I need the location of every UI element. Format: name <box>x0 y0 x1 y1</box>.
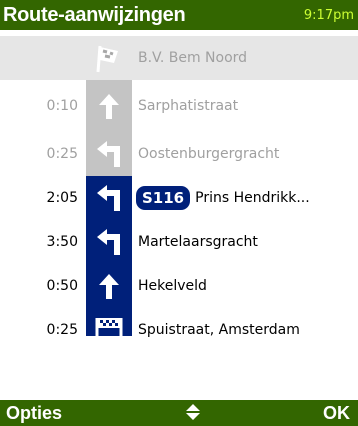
step-street: Spuistraat, Amsterdam <box>138 322 300 338</box>
step-time: 2:05 <box>46 190 78 206</box>
arrow-straight-icon <box>86 264 132 308</box>
step-time: 0:10 <box>46 98 78 114</box>
turn-left-icon <box>86 132 132 176</box>
up-down-arrows-icon[interactable] <box>185 403 200 423</box>
step-street: Martelaarsgracht <box>138 234 258 250</box>
step-time: 0:25 <box>46 146 78 162</box>
start-flag-icon <box>86 36 132 80</box>
direction-row[interactable]: 2:05 S116 Prins Hendrikk... <box>0 176 358 220</box>
clock: 9:17pm <box>303 7 354 23</box>
step-time: 0:50 <box>46 278 78 294</box>
direction-row-finish[interactable]: 0:25 Spuistraat, Amsterdam <box>0 308 358 352</box>
arrow-straight-icon <box>86 84 132 128</box>
step-street-name: Prins Hendrikk... <box>195 190 310 206</box>
road-badge: S116 <box>136 186 191 210</box>
ok-softkey[interactable]: OK <box>323 403 350 424</box>
step-street: S116 Prins Hendrikk... <box>136 186 310 210</box>
step-street: Sarphatistraat <box>138 98 239 114</box>
directions-list: B.V. Bem Noord 0:10 Sarphatistraat 0:25 … <box>0 36 358 344</box>
direction-row[interactable]: 0:25 Oostenburgergracht <box>0 132 358 176</box>
options-softkey[interactable]: Opties <box>6 403 62 424</box>
finish-flag-icon <box>86 308 132 352</box>
turn-left-icon <box>86 220 132 264</box>
turn-left-icon <box>86 176 132 220</box>
step-time: 0:25 <box>46 322 78 338</box>
screen-title: Route-aanwijzingen <box>3 3 186 26</box>
softkey-bar: Opties OK <box>0 400 358 426</box>
step-street: B.V. Bem Noord <box>138 50 248 66</box>
step-street: Oostenburgergracht <box>138 146 280 162</box>
direction-row[interactable]: 3:50 Martelaarsgracht <box>0 220 358 264</box>
step-street: Hekelveld <box>138 278 207 294</box>
direction-row[interactable]: 0:10 Sarphatistraat <box>0 84 358 128</box>
direction-row-start[interactable]: B.V. Bem Noord <box>0 36 358 80</box>
title-bar: Route-aanwijzingen 9:17pm <box>0 0 358 30</box>
direction-row[interactable]: 0:50 Hekelveld <box>0 264 358 308</box>
step-time: 3:50 <box>46 234 78 250</box>
